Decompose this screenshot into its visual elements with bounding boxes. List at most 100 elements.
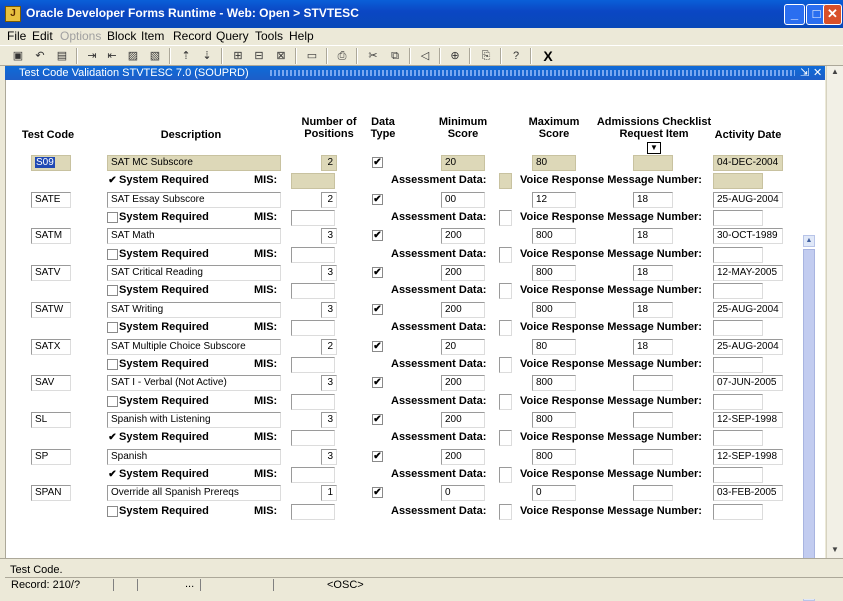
checklist-dropdown-icon[interactable]: ▼ [647, 142, 661, 154]
max-score-field[interactable]: 80 [532, 338, 576, 355]
voice-response-field[interactable] [713, 283, 763, 300]
test-code-field[interactable]: SATM [31, 228, 71, 245]
description-field[interactable]: SAT Essay Subscore [107, 191, 281, 208]
window-scroll-up-icon[interactable]: ▲ [829, 66, 841, 78]
system-required-checkbox[interactable] [107, 285, 118, 297]
data-type-checkbox[interactable]: ✔ [372, 157, 383, 168]
print-page-icon[interactable]: ▤ [54, 48, 70, 64]
activity-date-field[interactable]: 25-AUG-2004 [713, 301, 783, 318]
voice-response-field[interactable] [713, 173, 763, 190]
checklist-item-field[interactable] [633, 411, 673, 428]
voice-response-field[interactable] [713, 430, 763, 447]
positions-field[interactable]: 3 [321, 301, 337, 318]
assessment-data-field[interactable] [499, 210, 512, 226]
voice-response-field[interactable] [713, 393, 763, 410]
min-score-field[interactable]: 200 [441, 228, 485, 245]
positions-field[interactable]: 1 [321, 485, 337, 502]
test-code-field[interactable]: SAV [31, 375, 71, 392]
mis-field[interactable] [291, 246, 335, 263]
copy-icon[interactable]: ⧉ [387, 48, 403, 64]
test-code-field[interactable]: SATE [31, 191, 71, 208]
activity-date-field[interactable]: 25-AUG-2004 [713, 338, 783, 355]
clear-record-icon[interactable]: ⊠ [273, 48, 289, 64]
positions-field[interactable]: 3 [321, 411, 337, 428]
positions-field[interactable]: 3 [321, 228, 337, 245]
records-scrollbar[interactable]: ▲ ▼ [803, 235, 815, 601]
min-score-field[interactable]: 0 [441, 485, 485, 502]
activity-date-field[interactable]: 12-SEP-1998 [713, 411, 783, 428]
menu-help[interactable]: Help [289, 29, 314, 43]
description-field[interactable]: SAT Math [107, 228, 281, 245]
positions-field[interactable]: 2 [321, 191, 337, 208]
description-field[interactable]: SAT Multiple Choice Subscore [107, 338, 281, 355]
mis-field[interactable] [291, 283, 335, 300]
window-scrollbar[interactable]: ▲ ▼ [826, 66, 843, 558]
min-score-field[interactable]: 200 [441, 448, 485, 465]
description-field[interactable]: Override all Spanish Prereqs [107, 485, 281, 502]
description-field[interactable]: Spanish with Listening [107, 411, 281, 428]
positions-field[interactable]: 3 [321, 448, 337, 465]
description-field[interactable]: Spanish [107, 448, 281, 465]
scroll-thumb[interactable] [803, 249, 815, 575]
system-required-checkbox[interactable] [107, 322, 118, 334]
assessment-data-field[interactable] [499, 283, 512, 300]
mis-field[interactable] [291, 210, 335, 226]
scroll-up-icon[interactable]: ▲ [803, 235, 815, 247]
options-icon[interactable]: ⎘ [478, 48, 494, 64]
checklist-item-field[interactable] [633, 485, 673, 502]
positions-field[interactable]: 2 [321, 338, 337, 355]
next-record-icon[interactable]: ⇣ [199, 48, 215, 64]
data-type-checkbox[interactable]: ✔ [372, 450, 383, 462]
data-type-checkbox[interactable]: ✔ [372, 267, 383, 279]
assessment-data-field[interactable] [499, 466, 512, 483]
description-field[interactable]: SAT I - Verbal (Not Active) [107, 375, 281, 392]
data-type-checkbox[interactable]: ✔ [372, 193, 383, 205]
max-score-field[interactable]: 800 [532, 265, 576, 282]
system-required-checkbox[interactable] [107, 358, 118, 370]
activity-date-field[interactable]: 12-MAY-2005 [713, 265, 783, 282]
max-score-field[interactable]: 80 [532, 155, 576, 171]
min-score-field[interactable]: 200 [441, 301, 485, 318]
min-score-field[interactable]: 200 [441, 375, 485, 392]
test-code-field[interactable]: S09 [31, 155, 71, 171]
system-required-checkbox[interactable] [107, 248, 118, 260]
description-field[interactable]: SAT Writing [107, 301, 281, 318]
data-type-checkbox[interactable]: ✔ [372, 303, 383, 315]
checklist-item-field[interactable]: 18 [633, 191, 673, 208]
voice-response-field[interactable] [713, 466, 763, 483]
mis-field[interactable] [291, 320, 335, 337]
close-button[interactable]: ✕ [823, 4, 842, 25]
activity-date-field[interactable]: 25-AUG-2004 [713, 191, 783, 208]
exit-icon[interactable]: X [540, 48, 556, 64]
checklist-item-field[interactable]: 18 [633, 301, 673, 318]
system-required-checkbox[interactable] [107, 212, 118, 223]
menu-file[interactable]: File [7, 29, 26, 43]
mis-field[interactable] [291, 503, 335, 520]
assessment-data-field[interactable] [499, 320, 512, 337]
activity-date-field[interactable]: 04-DEC-2004 [713, 155, 783, 171]
positions-field[interactable]: 3 [321, 375, 337, 392]
checklist-item-field[interactable] [633, 375, 673, 392]
voice-response-field[interactable] [713, 503, 763, 520]
data-type-checkbox[interactable]: ✔ [372, 340, 383, 352]
help-icon[interactable]: ? [508, 48, 524, 64]
test-code-field[interactable]: SP [31, 448, 71, 465]
save-icon[interactable]: ▣ [10, 48, 26, 64]
print-icon[interactable]: ⎙ [334, 48, 350, 64]
min-score-field[interactable]: 20 [441, 155, 485, 171]
enter-query-icon[interactable]: ⇥ [84, 48, 100, 64]
checklist-item-field[interactable]: 18 [633, 338, 673, 355]
checklist-item-field[interactable]: 18 [633, 265, 673, 282]
test-code-field[interactable]: SATX [31, 338, 71, 355]
menu-query[interactable]: Query [216, 29, 249, 43]
assessment-data-field[interactable] [499, 356, 512, 373]
voice-response-field[interactable] [713, 246, 763, 263]
rollback-icon[interactable]: ↶ [32, 48, 48, 64]
previous-record-icon[interactable]: ⇡ [178, 48, 194, 64]
max-score-field[interactable]: 12 [532, 191, 576, 208]
min-score-field[interactable]: 200 [441, 411, 485, 428]
activity-date-field[interactable]: 30-OCT-1989 [713, 228, 783, 245]
menu-record[interactable]: Record [173, 29, 212, 43]
execute-query-icon[interactable]: ⇤ [104, 48, 120, 64]
assessment-data-field[interactable] [499, 503, 512, 520]
